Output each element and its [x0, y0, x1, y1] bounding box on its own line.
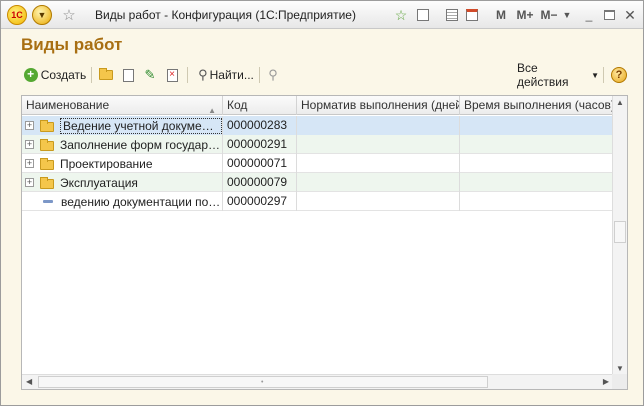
- window-title: Виды работ - Конфигурация (1С:Предприяти…: [95, 8, 356, 22]
- table-cell-name[interactable]: + Ведение учетной документа...: [22, 116, 223, 135]
- column-header-time[interactable]: Время выполнения (часов): [460, 96, 613, 115]
- table-row[interactable]: + Эксплуатация 000000079: [22, 173, 613, 192]
- toolbar-separator: [603, 67, 604, 83]
- column-header-name[interactable]: Наименование ▲: [22, 96, 223, 115]
- close-icon[interactable]: ✕: [622, 5, 638, 25]
- all-actions-menu[interactable]: Все действия ▼: [517, 61, 599, 89]
- table-cell-code[interactable]: 000000079: [223, 173, 297, 192]
- column-header-code[interactable]: Код: [223, 96, 297, 115]
- table-cell-norm[interactable]: [297, 154, 460, 173]
- folder-icon: [40, 138, 54, 151]
- main-menu-icon[interactable]: ▼: [32, 5, 52, 25]
- table-cell-time[interactable]: [460, 192, 613, 211]
- magnifier-icon: ⚲: [198, 67, 208, 82]
- scroll-up-icon[interactable]: ▲: [616, 98, 624, 107]
- work-types-table[interactable]: Наименование ▲ Код Норматив выполнения (…: [21, 95, 628, 390]
- row-name-text: Эксплуатация: [60, 175, 138, 190]
- chevron-down-icon[interactable]: ▼: [561, 5, 573, 25]
- maximize-icon[interactable]: [602, 5, 616, 25]
- row-name-text: ведению документации по о...: [61, 194, 222, 209]
- help-icon: ?: [611, 67, 627, 83]
- find-label: Найти...: [209, 68, 254, 82]
- row-name-text: Ведение учетной документа...: [60, 117, 222, 134]
- table-cell-code[interactable]: 000000291: [223, 135, 297, 154]
- vertical-scroll-thumb[interactable]: [614, 221, 626, 243]
- vertical-scrollbar[interactable]: ▲ ▼: [612, 96, 627, 375]
- table-cell-time[interactable]: [460, 135, 613, 154]
- 1c-logo-icon[interactable]: 1С: [7, 5, 27, 25]
- table-header: Наименование ▲ Код Норматив выполнения (…: [22, 96, 613, 115]
- folder-icon: [40, 176, 54, 189]
- memory-minus-button[interactable]: M−: [538, 5, 560, 25]
- expand-icon[interactable]: +: [25, 159, 34, 168]
- delete-icon[interactable]: ×: [164, 67, 180, 83]
- folder-add-icon[interactable]: [98, 67, 114, 83]
- folder-icon: [40, 157, 54, 170]
- expand-icon[interactable]: +: [25, 121, 34, 130]
- table-cell-code[interactable]: 000000071: [223, 154, 297, 173]
- table-cell-norm[interactable]: [297, 173, 460, 192]
- create-button[interactable]: + Создать: [23, 64, 87, 86]
- table-cell-name[interactable]: + Проектирование: [22, 154, 223, 173]
- table-row[interactable]: + Проектирование 000000071: [22, 154, 613, 173]
- all-actions-label: Все действия: [517, 61, 569, 89]
- copy-icon[interactable]: [120, 67, 136, 83]
- calculator-icon[interactable]: [443, 5, 461, 25]
- horizontal-scroll-thumb[interactable]: •: [38, 376, 488, 388]
- item-icon: [43, 200, 53, 203]
- horizontal-scrollbar[interactable]: ◀ • ▶: [22, 374, 613, 389]
- app-window: 1С ▼ ☆ Виды работ - Конфигурация (1С:Пре…: [0, 0, 644, 406]
- scroll-right-icon[interactable]: ▶: [603, 377, 609, 386]
- table-cell-time[interactable]: [460, 116, 613, 135]
- scroll-corner: [612, 374, 627, 389]
- table-cell-norm[interactable]: [297, 135, 460, 154]
- add-favorite-icon[interactable]: ☆: [391, 5, 411, 25]
- minimize-icon[interactable]: _: [582, 5, 596, 25]
- table-row[interactable]: ведению документации по о... 000000297: [22, 192, 613, 211]
- row-name-text: Проектирование: [60, 156, 153, 171]
- folder-icon: [40, 119, 54, 132]
- table-cell-norm[interactable]: [297, 192, 460, 211]
- page-title: Виды работ: [21, 35, 123, 54]
- table-cell-code[interactable]: 000000283: [223, 116, 297, 135]
- pencil-icon[interactable]: ✎: [142, 67, 158, 83]
- title-bar: 1С ▼ ☆ Виды работ - Конфигурация (1С:Пре…: [1, 1, 643, 29]
- toolbar-separator: [259, 67, 260, 83]
- table-cell-name[interactable]: + Заполнение форм государст...: [22, 135, 223, 154]
- cancel-search-icon[interactable]: ⚲: [265, 67, 281, 83]
- table-cell-time[interactable]: [460, 154, 613, 173]
- row-name-text: Заполнение форм государст...: [60, 137, 222, 152]
- scroll-down-icon[interactable]: ▼: [616, 364, 624, 373]
- table-row[interactable]: + Ведение учетной документа... 000000283: [22, 116, 613, 135]
- table-cell-name[interactable]: ведению документации по о...: [22, 192, 223, 211]
- memory-plus-button[interactable]: M+: [513, 5, 537, 25]
- expand-icon[interactable]: +: [25, 178, 34, 187]
- document-icon[interactable]: [414, 5, 432, 25]
- plus-icon: +: [23, 68, 38, 82]
- calendar-icon[interactable]: [463, 5, 481, 25]
- expand-icon[interactable]: +: [25, 140, 34, 149]
- memory-button[interactable]: M: [494, 5, 508, 25]
- toolbar-separator: [187, 67, 188, 83]
- chevron-down-icon: ▼: [591, 70, 599, 80]
- star-icon[interactable]: ☆: [59, 5, 79, 25]
- help-button[interactable]: ?: [610, 64, 628, 86]
- column-header-norm[interactable]: Норматив выполнения (дней): [297, 96, 460, 115]
- scroll-left-icon[interactable]: ◀: [26, 377, 32, 386]
- toolbar-separator: [91, 67, 92, 83]
- table-cell-name[interactable]: + Эксплуатация: [22, 173, 223, 192]
- sort-icon: ▲: [208, 106, 216, 115]
- create-label: Создать: [40, 68, 87, 82]
- table-cell-time[interactable]: [460, 173, 613, 192]
- column-header-label: Наименование: [26, 98, 110, 112]
- table-cell-code[interactable]: 000000297: [223, 192, 297, 211]
- table-row[interactable]: + Заполнение форм государст... 000000291: [22, 135, 613, 154]
- find-button[interactable]: ⚲ Найти...: [195, 64, 257, 86]
- form-toolbar: + Создать ✎ × ⚲ Найти... ⚲ Все действия …: [21, 61, 629, 89]
- table-cell-norm[interactable]: [297, 116, 460, 135]
